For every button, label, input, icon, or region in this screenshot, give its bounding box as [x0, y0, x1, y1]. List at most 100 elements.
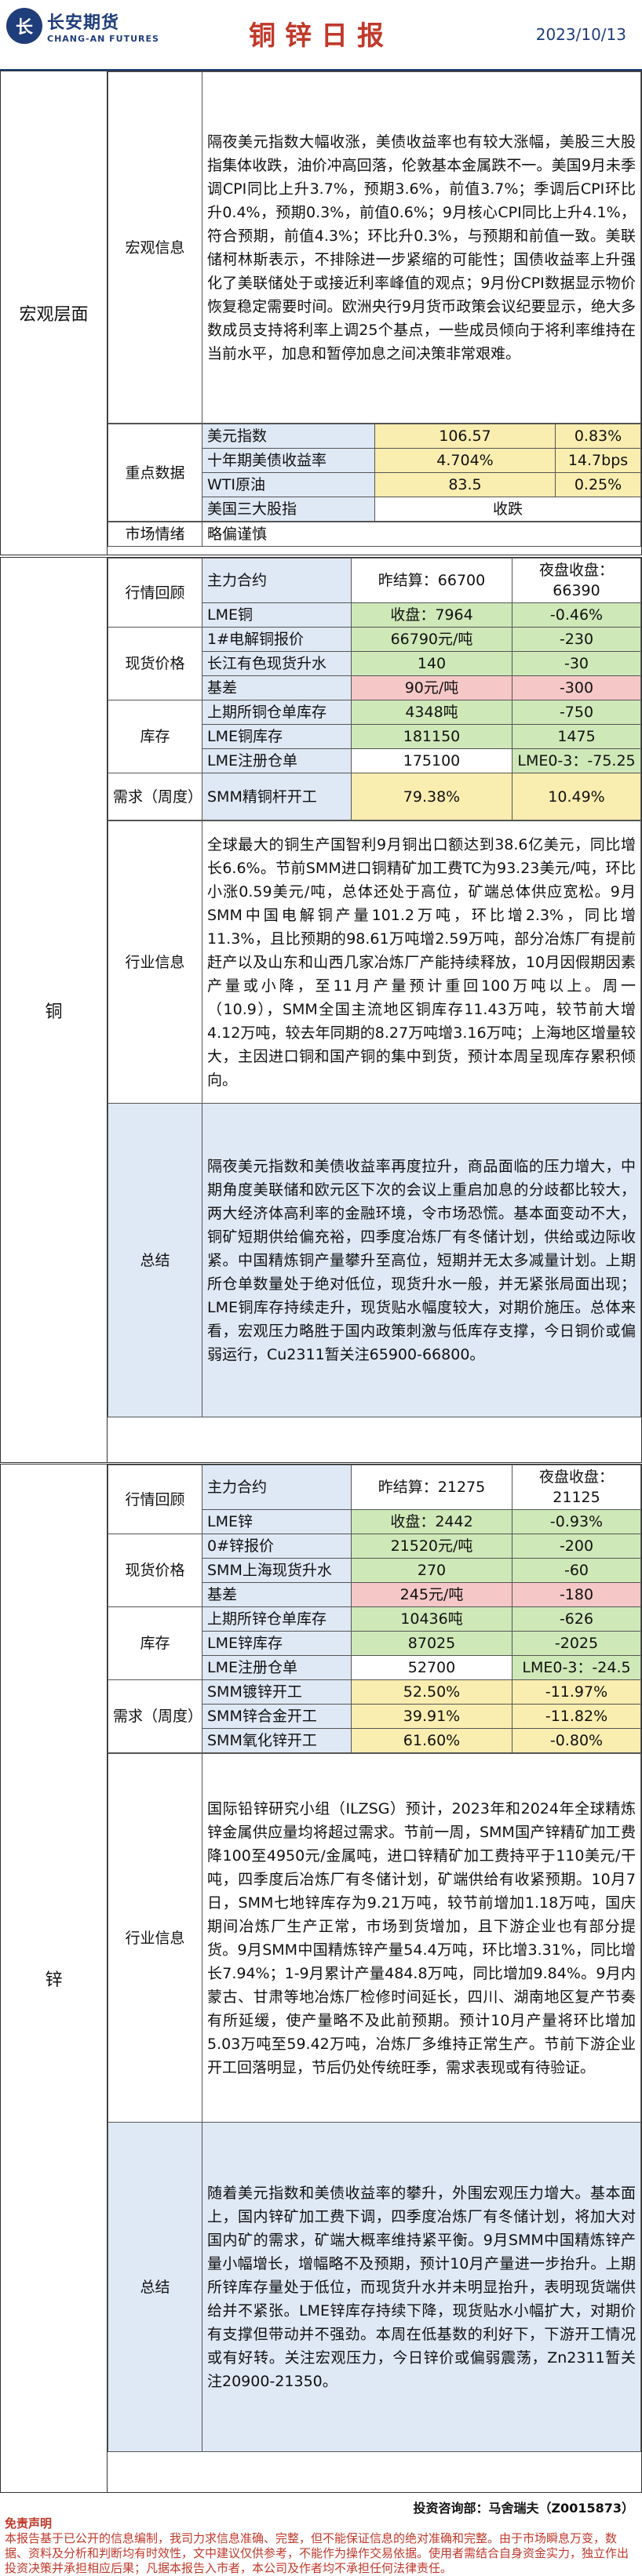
key-row-name: 美元指数	[202, 424, 375, 449]
macro-info-text: 隔夜美元指数大幅收涨，美债收益率也有较大涨幅，美股三大股指集体收跌，油价冲高回落…	[202, 71, 641, 424]
copper-trend-change: -0.46%	[512, 602, 641, 628]
zinc-stock-value: 87025	[351, 1631, 513, 1656]
report-page: 长 长安期货 CHANG-AN FUTURES 铜锌日报 2023/10/13 …	[0, 0, 642, 2576]
copper-spot-value: 140	[351, 651, 513, 676]
macro-key-label: 重点数据	[108, 424, 202, 522]
zinc-section: 锌 行情回顾 主力合约 昨结算：21275 夜盘收盘：21125 LME锌 收盘：2442…	[0, 1464, 642, 2493]
disclaimer-title: 免责声明	[5, 2516, 53, 2531]
sentiment-value: 略偏谨慎	[202, 522, 641, 547]
copper-demand-label: 需求（周度）	[108, 773, 202, 820]
copper-industry-label: 行业信息	[108, 820, 202, 1104]
zinc-demand-value: 39.91%	[351, 1704, 513, 1729]
zinc-spot-value: 21520元/吨	[351, 1534, 513, 1559]
zinc-trend-change: 夜盘收盘：21125	[512, 1464, 641, 1510]
zinc-trend-item: LME锌	[202, 1509, 352, 1534]
copper-spot-label: 现货价格	[108, 627, 202, 700]
zinc-demand-change: -11.97%	[512, 1679, 641, 1705]
zinc-spot-change: -60	[512, 1558, 641, 1583]
key-row-name: 十年期美债收益率	[202, 448, 375, 473]
copper-section: 铜 行情回顾 主力合约 昨结算：66700 夜盘收盘：66390 LME铜 收盘：7964…	[0, 557, 642, 1463]
zinc-stock-value: 10436吨	[351, 1606, 513, 1632]
copper-stock-value: 181150	[351, 724, 513, 749]
zinc-spot-item: SMM上海现货升水	[202, 1558, 352, 1583]
zinc-spot-label: 现货价格	[108, 1534, 202, 1607]
copper-spot-change: -30	[512, 651, 641, 676]
key-row-name: 美国三大股指	[202, 497, 375, 522]
copper-stock-value: 175100	[351, 748, 513, 773]
copper-summary-label: 总结	[108, 1103, 202, 1417]
invest-advisor: 投资咨询部：马舍瑞夫（Z0015873）	[413, 2501, 634, 2516]
key-row-value: 106.57	[374, 424, 556, 449]
copper-summary-text: 隔夜美元指数和美债收益率再度拉升，商品面临的压力增大，中期角度美联储和欧元区下次…	[202, 1103, 641, 1417]
copper-demand-item: SMM精铜杆开工	[202, 773, 352, 820]
zinc-stock-change: -626	[512, 1606, 641, 1632]
zinc-trend-label: 行情回顾	[108, 1464, 202, 1534]
zinc-spot-value: 245元/吨	[351, 1582, 513, 1607]
disclaimer-text: 本报告基于已公开的信息编制，我司力求信息准确、完整，但不能保证信息的绝对准确和完…	[5, 2531, 629, 2575]
key-row-value: 收跌	[374, 497, 641, 522]
copper-demand-value: 79.38%	[351, 773, 513, 820]
zinc-demand-item: SMM锌合金开工	[202, 1704, 352, 1729]
zinc-stock-item: 上期所锌仓单库存	[202, 1606, 352, 1632]
zinc-spot-value: 270	[351, 1558, 513, 1583]
copper-spot-item: 基差	[202, 675, 352, 700]
disclaimer: 免责声明 本报告基于已公开的信息编制，我司力求信息准确、完整，但不能保证信息的绝…	[0, 2516, 642, 2576]
copper-stock-change: -750	[512, 700, 641, 725]
zinc-side-label: 锌	[1, 1464, 108, 2492]
key-row-change: 14.7bps	[555, 448, 641, 473]
macro-key-table: 重点数据 美元指数 106.57 0.83% 十年期美债收益率 4.704% 14.7bps…	[108, 424, 641, 522]
copper-stock-item: LME注册仓单	[202, 748, 352, 773]
copper-trend-change: 夜盘收盘：66390	[512, 558, 641, 603]
zinc-stock-change: LME0-3：-24.5	[512, 1655, 641, 1680]
zinc-demand-label: 需求（周度）	[108, 1679, 202, 1753]
copper-stock-label: 库存	[108, 700, 202, 773]
copper-spot-value: 66790元/吨	[351, 627, 513, 652]
zinc-spot-change: -180	[512, 1582, 641, 1607]
zinc-demand-item: SMM氧化锌开工	[202, 1728, 352, 1753]
zinc-stock-item: LME注册仓单	[202, 1655, 352, 1680]
zinc-demand-item: SMM镀锌开工	[202, 1679, 352, 1705]
copper-stock-change: LME0-3：-75.25	[512, 748, 641, 773]
copper-stock-change: 1475	[512, 724, 641, 749]
zinc-industry-label: 行业信息	[108, 1753, 202, 2123]
copper-side-label: 铜	[1, 558, 108, 1462]
copper-trend-item: 主力合约	[202, 558, 352, 603]
zinc-trend-value: 昨结算：21275	[351, 1464, 513, 1510]
copper-trend-label: 行情回顾	[108, 558, 202, 628]
copper-trend-value: 昨结算：66700	[351, 558, 513, 603]
copper-stock-item: 上期所铜仓单库存	[202, 700, 352, 725]
zinc-demand-change: -11.82%	[512, 1704, 641, 1729]
copper-spot-change: -230	[512, 627, 641, 652]
zinc-stock-item: LME锌库存	[202, 1631, 352, 1656]
copper-spot-value: 90元/吨	[351, 675, 513, 700]
macro-section: 宏观层面 宏观信息 隔夜美元指数大幅收涨，美债收益率也有较大涨幅，美股三大股指集…	[0, 71, 642, 555]
zinc-summary-label: 总结	[108, 2122, 202, 2452]
zinc-stock-change: -2025	[512, 1631, 641, 1656]
zinc-trend-item: 主力合约	[202, 1464, 352, 1510]
sentiment-label: 市场情绪	[108, 522, 202, 547]
key-row-name: WTI原油	[202, 472, 375, 497]
copper-trend-item: LME铜	[202, 602, 352, 628]
copper-trend-value: 收盘：7964	[351, 602, 513, 628]
zinc-demand-value: 61.60%	[351, 1728, 513, 1753]
copper-industry-text: 全球最大的铜生产国智利9月铜出口额达到38.6亿美元，同比增长6.6%。节前SM…	[202, 820, 641, 1104]
report-header: 长 长安期货 CHANG-AN FUTURES 铜锌日报 2023/10/13	[0, 0, 642, 71]
key-row-change: 0.25%	[555, 472, 641, 497]
copper-spot-change: -300	[512, 675, 641, 700]
macro-info-label: 宏观信息	[108, 71, 202, 424]
copper-demand-change: 10.49%	[512, 773, 641, 820]
key-row-change: 0.83%	[555, 424, 641, 449]
report-footer: 投资咨询部：马舍瑞夫（Z0015873） 免责声明 本报告基于已公开的信息编制，…	[0, 2494, 642, 2576]
zinc-trend-value: 收盘：2442	[351, 1509, 513, 1534]
zinc-summary-text: 随着美元指数和美债收益率的攀升，外围宏观压力增大。基本面上，国内锌矿加工费下调，…	[202, 2122, 641, 2452]
zinc-spot-item: 0#锌报价	[202, 1534, 352, 1559]
key-row-value: 4.704%	[374, 448, 556, 473]
copper-stock-value: 4348吨	[351, 700, 513, 725]
zinc-demand-change: -0.80%	[512, 1728, 641, 1753]
macro-side-label: 宏观层面	[1, 71, 108, 555]
copper-stock-item: LME铜库存	[202, 724, 352, 749]
copper-spot-item: 长江有色现货升水	[202, 651, 352, 676]
zinc-spot-item: 基差	[202, 1582, 352, 1607]
zinc-spot-change: -200	[512, 1534, 641, 1559]
zinc-demand-value: 52.50%	[351, 1679, 513, 1705]
